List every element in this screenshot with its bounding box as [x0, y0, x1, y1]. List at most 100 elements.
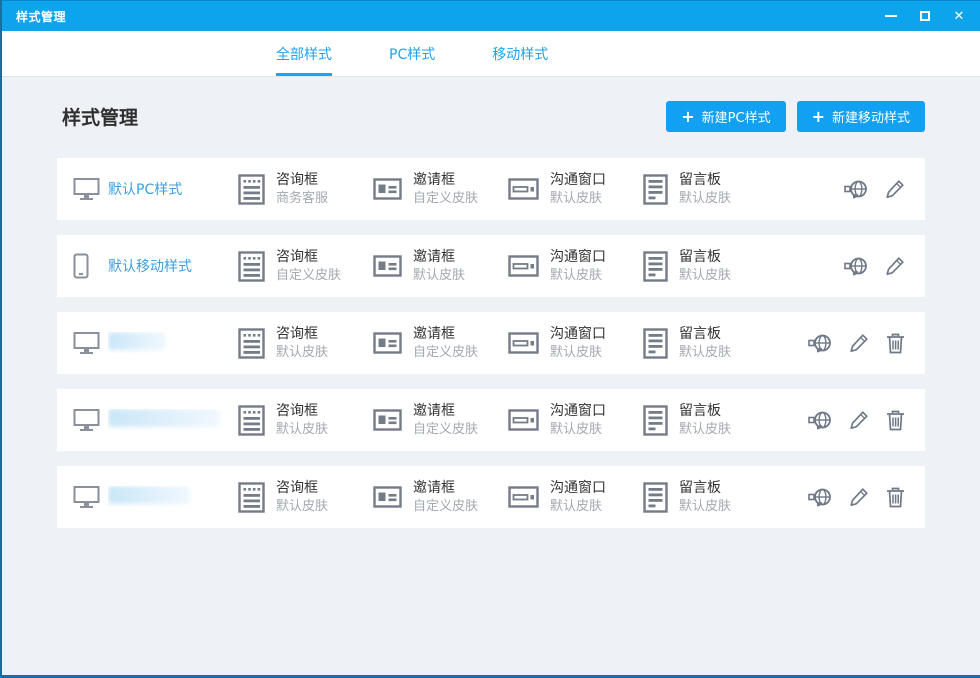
- style-name-link[interactable]: 默认PC样式: [108, 179, 238, 199]
- feature-consult-box: 咨询框 默认皮肤: [238, 325, 373, 361]
- feature-text: 留言板 默认皮肤: [679, 402, 731, 438]
- row-actions: [808, 410, 925, 431]
- feature-text: 留言板 默认皮肤: [679, 325, 731, 361]
- device-cell: [57, 408, 108, 432]
- minimize-button[interactable]: [884, 9, 898, 23]
- feature-skin: 默认皮肤: [679, 267, 731, 285]
- consult-box-icon: [238, 405, 265, 436]
- row-actions: [844, 256, 925, 276]
- maximize-button[interactable]: [918, 9, 932, 23]
- chat-window-icon: [508, 255, 539, 277]
- feature-skin: 默认皮肤: [550, 344, 606, 362]
- new-mobile-style-button[interactable]: + 新建移动样式: [797, 101, 925, 132]
- tab-mobile-styles[interactable]: 移动样式: [492, 31, 548, 76]
- edit-button[interactable]: [849, 410, 869, 430]
- feature-text: 沟通窗口 默认皮肤: [550, 171, 606, 207]
- feature-title: 留言板: [679, 325, 731, 344]
- window-title: 样式管理: [16, 8, 66, 25]
- style-name-link[interactable]: [108, 332, 238, 354]
- feature-text: 咨询框 自定义皮肤: [276, 248, 341, 284]
- message-board-icon: [643, 174, 668, 205]
- delete-button[interactable]: [886, 487, 905, 508]
- invite-box-icon: [373, 409, 402, 431]
- message-board-icon: [643, 251, 668, 282]
- new-pc-style-label: 新建PC样式: [702, 107, 771, 126]
- feature-chat-window: 沟通窗口 默认皮肤: [508, 325, 643, 361]
- feature-text: 邀请框 自定义皮肤: [413, 325, 478, 361]
- feature-title: 留言板: [679, 479, 731, 498]
- feature-title: 咨询框: [276, 171, 328, 190]
- consult-box-icon: [238, 174, 265, 205]
- feature-skin: 默认皮肤: [276, 498, 328, 516]
- trash-icon: [886, 487, 905, 508]
- consult-box-icon: [238, 482, 265, 513]
- new-pc-style-button[interactable]: + 新建PC样式: [666, 101, 785, 132]
- edit-button[interactable]: [885, 256, 905, 276]
- style-list: 默认PC样式 咨询框 商务客服: [57, 158, 925, 528]
- publish-link-button[interactable]: [844, 179, 868, 199]
- feature-invite-box: 邀请框 自定义皮肤: [373, 325, 508, 361]
- edit-button[interactable]: [849, 333, 869, 353]
- feature-message-board: 留言板 默认皮肤: [643, 171, 778, 207]
- publish-link-button[interactable]: [844, 256, 868, 276]
- feature-skin: 商务客服: [276, 190, 328, 208]
- minimize-icon: [885, 15, 897, 17]
- feature-title: 留言板: [679, 248, 731, 267]
- feature-consult-box: 咨询框 自定义皮肤: [238, 248, 373, 284]
- edit-button[interactable]: [849, 487, 869, 507]
- row-actions: [808, 487, 925, 508]
- feature-text: 留言板 默认皮肤: [679, 171, 731, 207]
- feature-skin: 自定义皮肤: [413, 344, 478, 362]
- pencil-icon: [885, 256, 905, 276]
- feature-text: 沟通窗口 默认皮肤: [550, 248, 606, 284]
- feature-text: 沟通窗口 默认皮肤: [550, 325, 606, 361]
- feature-text: 沟通窗口 默认皮肤: [550, 402, 606, 438]
- page-title: 样式管理: [57, 103, 138, 130]
- feature-consult-box: 咨询框 默认皮肤: [238, 402, 373, 438]
- feature-invite-box: 邀请框 默认皮肤: [373, 248, 508, 284]
- consult-box-icon: [238, 251, 265, 282]
- publish-link-button[interactable]: [808, 487, 832, 507]
- feature-title: 留言板: [679, 402, 731, 421]
- feature-consult-box: 咨询框 商务客服: [238, 171, 373, 207]
- monitor-icon: [73, 408, 100, 432]
- style-name-link[interactable]: 默认移动样式: [108, 256, 238, 276]
- delete-button[interactable]: [886, 333, 905, 354]
- publish-link-button[interactable]: [808, 333, 832, 353]
- trash-icon: [886, 333, 905, 354]
- publish-link-button[interactable]: [808, 410, 832, 430]
- tab-pc-styles[interactable]: PC样式: [389, 31, 435, 76]
- style-name-link[interactable]: [108, 409, 238, 431]
- delete-button[interactable]: [886, 410, 905, 431]
- feature-text: 咨询框 商务客服: [276, 171, 328, 207]
- tab-all-styles[interactable]: 全部样式: [276, 31, 332, 76]
- app-window: 样式管理 ✕ 全部样式 PC样式 移动样式 样式管理 + 新建PC样式 + 新建…: [0, 0, 980, 678]
- feature-chat-window: 沟通窗口 默认皮肤: [508, 248, 643, 284]
- feature-title: 留言板: [679, 171, 731, 190]
- feature-title: 咨询框: [276, 479, 328, 498]
- style-name-link[interactable]: [108, 486, 238, 508]
- globe-link-icon: [844, 256, 868, 276]
- invite-box-icon: [373, 486, 402, 508]
- pencil-icon: [849, 333, 869, 353]
- style-row: 咨询框 默认皮肤 邀请框 自定义皮肤: [57, 389, 925, 451]
- feature-chat-window: 沟通窗口 默认皮肤: [508, 171, 643, 207]
- feature-title: 沟通窗口: [550, 402, 606, 421]
- feature-message-board: 留言板 默认皮肤: [643, 325, 778, 361]
- feature-skin: 默认皮肤: [276, 421, 328, 439]
- chat-window-icon: [508, 178, 539, 200]
- feature-skin: 自定义皮肤: [276, 267, 341, 285]
- message-board-icon: [643, 328, 668, 359]
- feature-text: 咨询框 默认皮肤: [276, 479, 328, 515]
- close-button[interactable]: ✕: [952, 9, 966, 23]
- feature-invite-box: 邀请框 自定义皮肤: [373, 479, 508, 515]
- plus-icon: +: [681, 109, 694, 125]
- header-buttons: + 新建PC样式 + 新建移动样式: [666, 101, 925, 132]
- globe-link-icon: [808, 333, 832, 353]
- pencil-icon: [885, 179, 905, 199]
- feature-skin: 默认皮肤: [550, 498, 606, 516]
- invite-box-icon: [373, 255, 402, 277]
- tab-bar: 全部样式 PC样式 移动样式: [2, 31, 980, 77]
- edit-button[interactable]: [885, 179, 905, 199]
- globe-link-icon: [844, 179, 868, 199]
